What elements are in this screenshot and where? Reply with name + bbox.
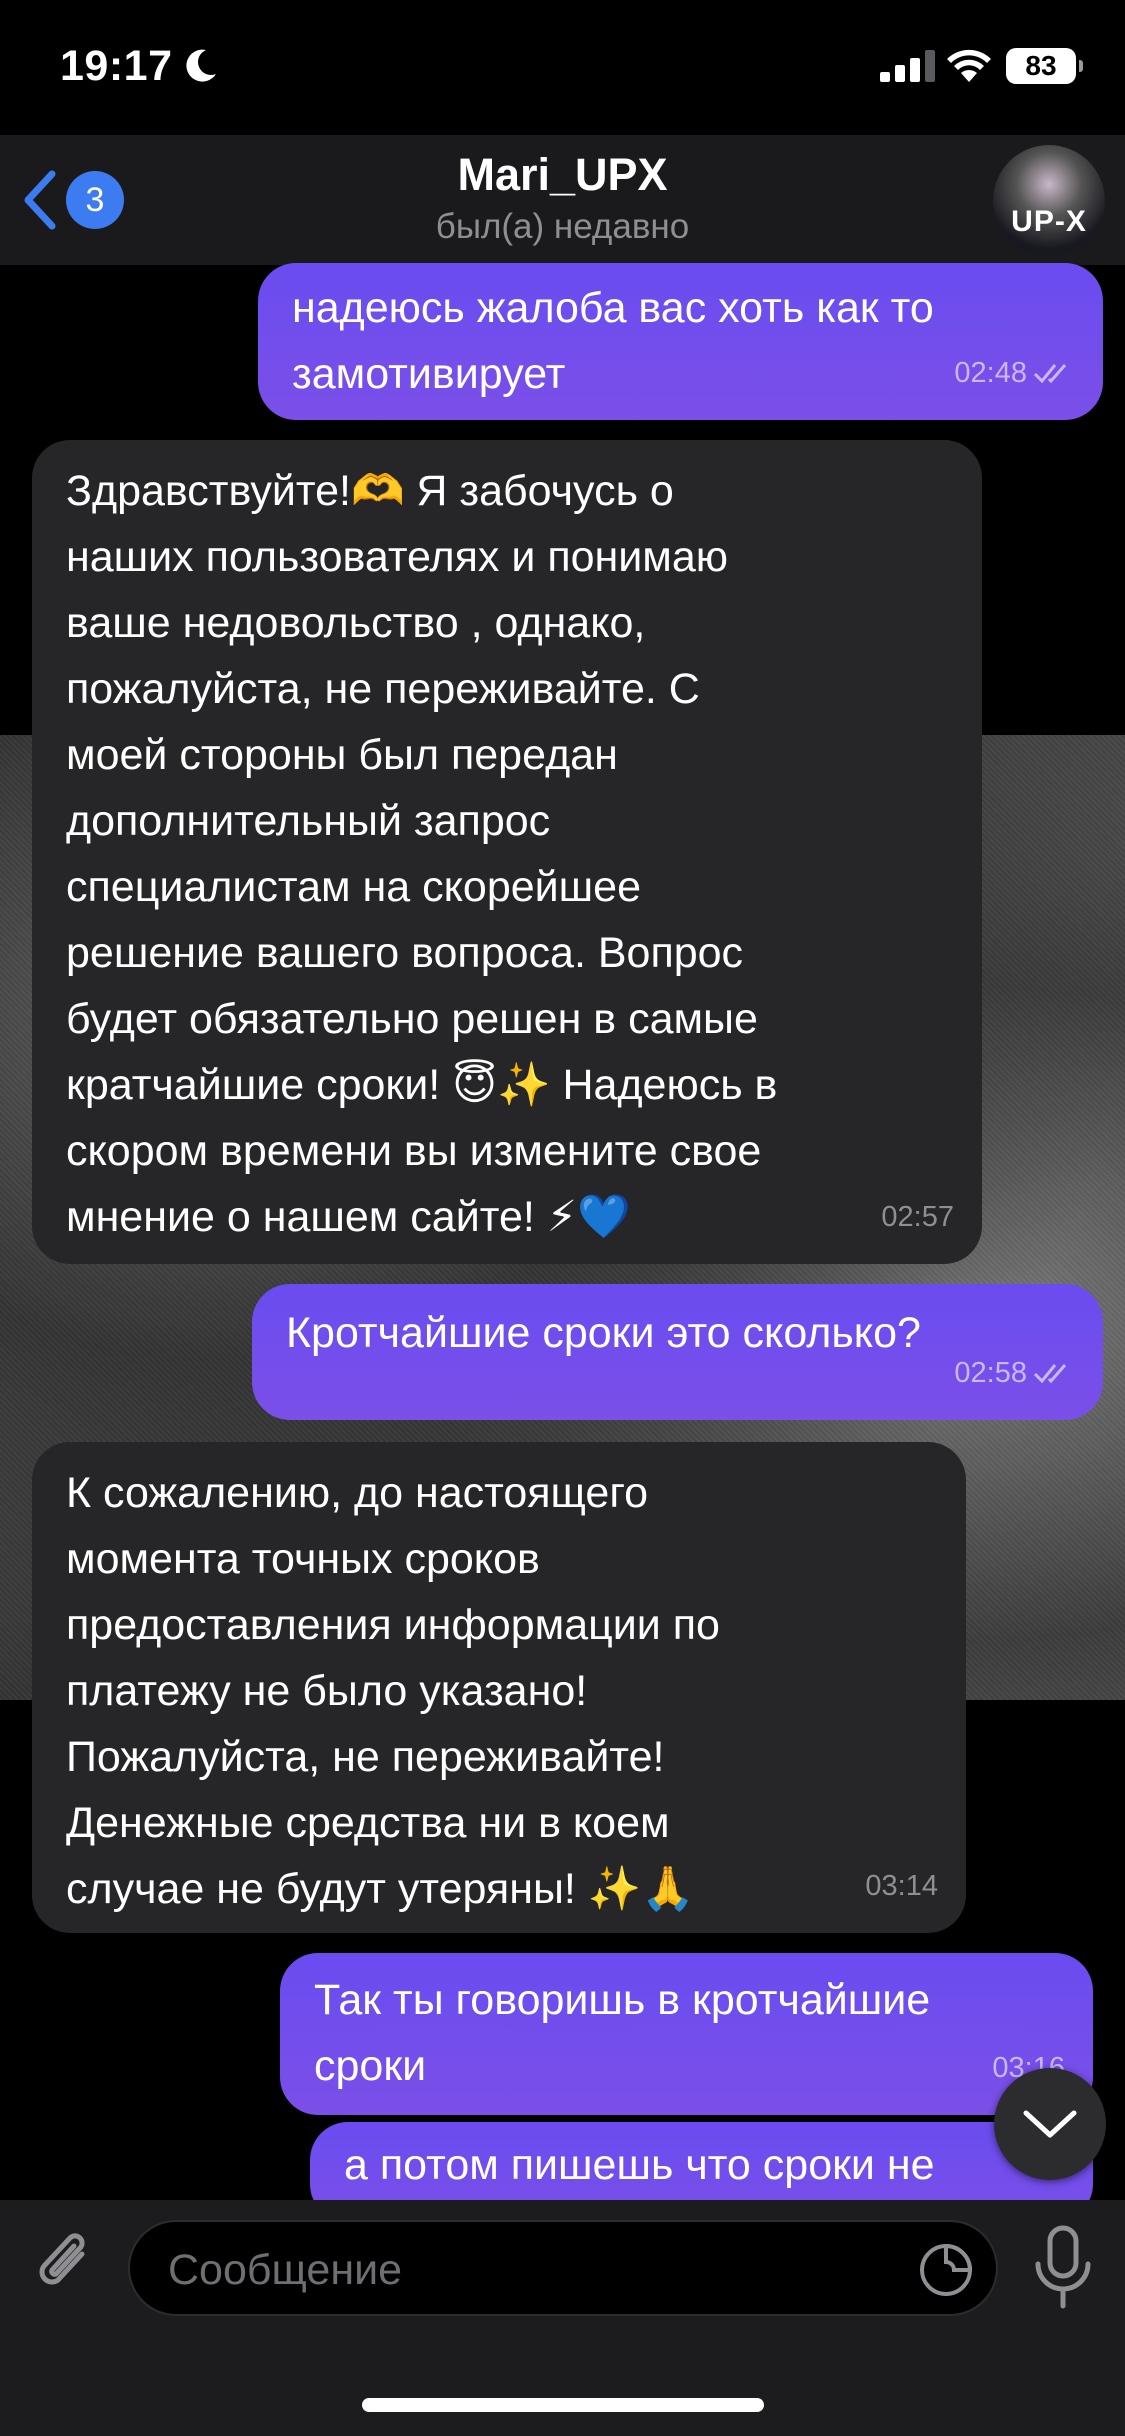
scroll-down-button[interactable]: [994, 2068, 1106, 2180]
message-time: 02:58: [954, 1357, 1027, 1389]
message-meta: 02:57: [881, 1184, 954, 1250]
chevron-down-icon: [1023, 2110, 1077, 2138]
wifi-icon: [947, 49, 991, 82]
sticker-icon[interactable]: [918, 2242, 974, 2298]
message-text: Здравствуйте!🫶 Я забочусь о наших пользо…: [66, 467, 778, 1241]
message-outgoing[interactable]: Кротчайшие сроки это сколько? 02:58: [252, 1284, 1103, 1420]
message-meta: 02:58: [954, 1340, 1075, 1406]
chat-header: 3 Mari_UPX был(а) недавно UP-X: [0, 135, 1125, 265]
avatar-label: UP-X: [1011, 205, 1087, 238]
battery-level: 83: [1025, 50, 1057, 81]
message-time: 02:48: [954, 357, 1027, 389]
moon-icon: [186, 49, 216, 82]
status-bar: 19:17 83: [0, 0, 1125, 135]
message-text: Кротчайшие сроки это сколько?: [286, 1309, 921, 1357]
message-text: надеюсь жалоба вас хоть как то замотивир…: [292, 284, 934, 398]
double-check-icon: [1033, 364, 1067, 384]
message-meta: 03:14: [865, 1853, 938, 1919]
message-time: 02:57: [881, 1201, 954, 1233]
chat-title[interactable]: Mari_UPX: [0, 149, 1125, 201]
message-incoming[interactable]: К сожалению, до настоящего момента точны…: [32, 1442, 966, 1933]
home-indicator: [362, 2398, 764, 2412]
message-meta: 02:48: [954, 340, 1075, 406]
double-check-icon: [1033, 1364, 1067, 1384]
battery-indicator: 83: [1006, 48, 1083, 84]
message-time: 03:14: [865, 1870, 938, 1902]
avatar[interactable]: UP-X: [993, 145, 1105, 257]
message-input[interactable]: Сообщение: [128, 2220, 998, 2316]
chat-status: был(а) недавно: [435, 207, 690, 246]
message-text: К сожалению, до настоящего момента точны…: [66, 1469, 720, 1913]
message-text: Так ты говоришь в кротчайшие сроки: [314, 1976, 931, 2090]
status-time: 19:17: [60, 42, 173, 90]
message-text: а потом пишешь что сроки не: [344, 2141, 935, 2189]
message-incoming[interactable]: Здравствуйте!🫶 Я забочусь о наших пользо…: [32, 440, 982, 1264]
message-placeholder: Сообщение: [168, 2246, 403, 2294]
signal-icon: [880, 50, 935, 82]
paperclip-icon[interactable]: [30, 2224, 100, 2304]
microphone-icon[interactable]: [1030, 2224, 1096, 2310]
message-outgoing[interactable]: Так ты говоришь в кротчайшие сроки 03:16: [280, 1953, 1093, 2115]
message-outgoing[interactable]: надеюсь жалоба вас хоть как то замотивир…: [258, 263, 1103, 420]
